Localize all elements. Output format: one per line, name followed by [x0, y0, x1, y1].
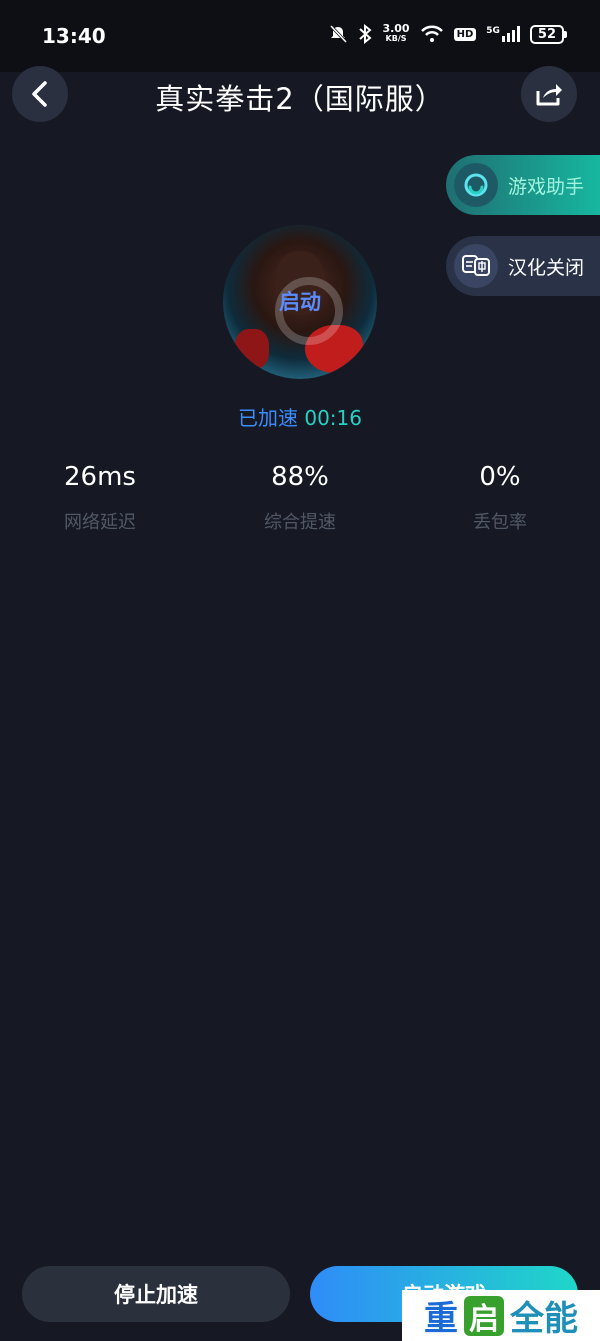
- mute-bell-icon: [328, 24, 348, 44]
- watermark-logo: 重 启 全能: [402, 1290, 600, 1341]
- network-type: 5G: [486, 26, 500, 36]
- watermark-char: 启: [464, 1295, 504, 1337]
- stop-acceleration-button[interactable]: 停止加速: [22, 1266, 290, 1322]
- net-speed: 3.00 KB/S: [382, 22, 410, 44]
- acceleration-status: 已加速 00:16: [0, 402, 600, 431]
- avatar-glove-left: [235, 329, 269, 369]
- share-button[interactable]: [521, 66, 577, 122]
- stat-speedup: 88% 综合提速: [200, 462, 400, 534]
- page-title: 真实拳击2（国际服）: [155, 82, 445, 116]
- stat-value: 26ms: [64, 462, 136, 492]
- stat-label: 综合提速: [264, 512, 336, 533]
- assistant-label: 游戏助手: [508, 175, 585, 198]
- stat-packet-loss: 0% 丢包率: [400, 462, 600, 534]
- assistant-icon: [454, 163, 498, 207]
- watermark-char: 重: [424, 1299, 458, 1339]
- accel-label: 已加速: [238, 406, 298, 430]
- watermark-char: 全能: [510, 1299, 578, 1339]
- stat-label: 网络延迟: [64, 512, 136, 533]
- game-start-button[interactable]: 启动: [223, 225, 377, 379]
- translate-icon: [454, 244, 498, 288]
- signal-icon: 5G: [486, 26, 520, 42]
- net-speed-value: 3.00: [382, 22, 410, 35]
- translate-label: 汉化关闭: [508, 256, 585, 279]
- stat-latency: 26ms 网络延迟: [0, 462, 200, 534]
- net-speed-unit: KB/S: [385, 34, 407, 43]
- game-assistant-button[interactable]: 游戏助手: [446, 155, 600, 215]
- wifi-icon: [420, 25, 444, 43]
- stat-label: 丢包率: [473, 512, 527, 533]
- stat-value: 0%: [479, 462, 521, 492]
- translation-toggle-button[interactable]: 汉化关闭: [446, 236, 600, 296]
- start-label: 启动: [279, 290, 321, 314]
- status-icons: 3.00 KB/S HD 5G 52: [328, 22, 568, 44]
- bluetooth-icon: [358, 24, 372, 44]
- hd-badge: HD: [453, 27, 477, 41]
- status-bar: 13:40 3.00 KB/S HD 5G 52: [0, 0, 600, 72]
- stat-value: 88%: [271, 462, 329, 492]
- share-icon: [536, 84, 562, 106]
- accel-timer: 00:16: [304, 406, 362, 430]
- battery-icon: 52: [529, 24, 568, 44]
- status-time: 13:40: [42, 24, 106, 48]
